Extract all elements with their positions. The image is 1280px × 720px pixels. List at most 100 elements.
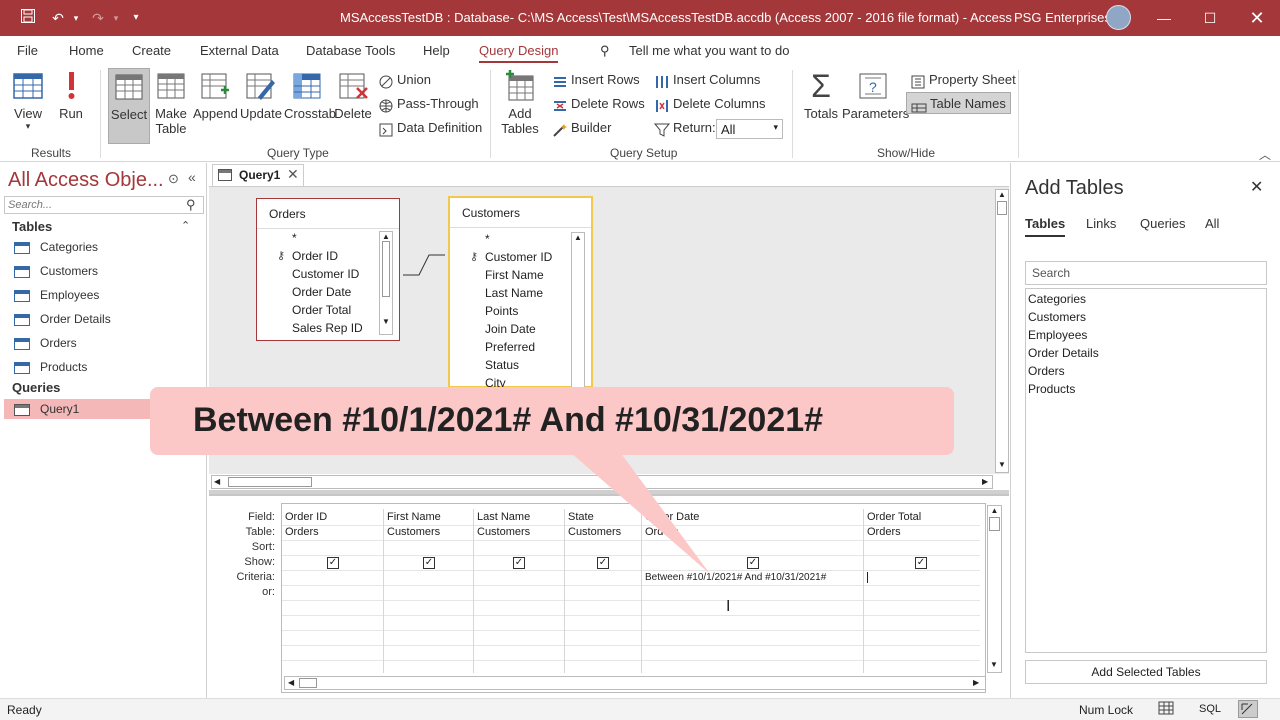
add-tables-list[interactable]: Categories Customers Employees Order Det… xyxy=(1025,288,1267,653)
save-icon[interactable] xyxy=(18,8,38,28)
nav-item-query[interactable]: Query1 xyxy=(4,399,154,419)
design-vertical-scrollbar[interactable]: ▲ ▼ xyxy=(995,189,1009,473)
tab-home[interactable]: Home xyxy=(69,43,104,58)
append-button[interactable]: Append xyxy=(193,70,238,121)
scroll-down-icon[interactable]: ▼ xyxy=(998,460,1006,469)
scroll-thumb[interactable] xyxy=(382,241,390,297)
customers-table-box[interactable]: Customers * ⚷ Customer ID First Name Las… xyxy=(448,196,593,392)
delete-rows-button[interactable]: Delete Rows xyxy=(552,93,645,115)
close-icon[interactable]: ✕ xyxy=(1250,177,1263,197)
show-checkbox[interactable]: ✓ xyxy=(327,557,339,569)
field-item[interactable]: Status xyxy=(485,358,519,372)
design-view-icon[interactable] xyxy=(1238,700,1258,718)
field-item[interactable]: Order Date xyxy=(292,285,351,299)
show-checkbox[interactable]: ✓ xyxy=(747,557,759,569)
scroll-right-icon[interactable]: ▶ xyxy=(973,678,979,687)
orders-scrollbar[interactable]: ▲ ▼ xyxy=(379,231,393,335)
collapse-ribbon-icon[interactable]: ︿ xyxy=(1259,146,1271,163)
grid-field-cell[interactable]: Order ID xyxy=(285,511,380,523)
search-icon[interactable]: ⚲ xyxy=(186,197,196,213)
show-checkbox[interactable]: ✓ xyxy=(423,557,435,569)
data-definition-button[interactable]: Data Definition xyxy=(378,117,482,139)
add-tables-tab-queries[interactable]: Queries xyxy=(1140,216,1186,231)
totals-button[interactable]: Σ Totals xyxy=(802,70,840,121)
customers-table-title[interactable]: Customers xyxy=(450,198,591,228)
field-item[interactable]: Order Total xyxy=(292,303,351,317)
datasheet-view-icon[interactable] xyxy=(1158,701,1174,715)
nav-item-table[interactable]: Products xyxy=(14,357,87,377)
minimize-icon[interactable]: — xyxy=(1141,0,1187,36)
customize-toolbar-icon[interactable]: ▾ xyxy=(126,8,146,28)
orders-table-box[interactable]: Orders * ⚷ Order ID Customer ID Order Da… xyxy=(256,198,400,341)
tab-query1[interactable]: Query1 ✕ xyxy=(212,164,304,186)
add-tables-tab-links[interactable]: Links xyxy=(1086,216,1116,231)
grid-column-divider[interactable] xyxy=(383,509,384,673)
maximize-icon[interactable]: ☐ xyxy=(1187,0,1233,36)
list-item[interactable]: Employees xyxy=(1028,328,1087,342)
scroll-thumb[interactable] xyxy=(228,477,312,487)
parameters-button[interactable]: ? Parameters xyxy=(842,70,909,121)
scroll-thumb[interactable] xyxy=(299,678,317,688)
close-tab-icon[interactable]: ✕ xyxy=(287,166,299,183)
grid-table-cell[interactable]: Orders xyxy=(285,526,380,538)
field-item[interactable]: * xyxy=(292,231,297,245)
close-icon[interactable]: ✕ xyxy=(1234,0,1280,36)
user-avatar[interactable] xyxy=(1106,5,1131,30)
tab-help[interactable]: Help xyxy=(423,43,450,58)
field-item[interactable]: Last Name xyxy=(485,286,543,300)
scroll-up-icon[interactable]: ▲ xyxy=(572,233,584,242)
grid-table-cell[interactable]: Orders xyxy=(867,526,979,538)
redo-dropdown-icon[interactable]: ▾ xyxy=(106,8,126,28)
table-names-button[interactable]: Table Names xyxy=(906,92,1011,114)
tab-create[interactable]: Create xyxy=(132,43,171,58)
crosstab-button[interactable]: Crosstab xyxy=(284,70,336,121)
tab-query-design[interactable]: Query Design xyxy=(479,43,559,63)
field-item[interactable]: Join Date xyxy=(485,322,536,336)
nav-menu-chevron-icon[interactable]: ⊙ xyxy=(168,171,179,187)
nav-queries-header[interactable]: Queries xyxy=(12,380,60,395)
return-dropdown[interactable]: All ▾ xyxy=(716,119,783,139)
select-query-button[interactable]: Select xyxy=(108,68,150,144)
field-item[interactable]: Preferred xyxy=(485,340,535,354)
list-item[interactable]: Customers xyxy=(1028,310,1086,324)
field-item[interactable]: Customer ID xyxy=(292,267,359,281)
grid-horizontal-scrollbar[interactable]: ◀ ▶ xyxy=(284,676,986,690)
builder-button[interactable]: Builder xyxy=(552,117,611,139)
customers-scrollbar[interactable]: ▲ xyxy=(571,232,585,392)
nav-item-table[interactable]: Customers xyxy=(14,261,98,281)
list-item[interactable]: Orders xyxy=(1028,364,1065,378)
field-item[interactable]: * xyxy=(485,232,490,246)
field-item[interactable]: First Name xyxy=(485,268,544,282)
update-button[interactable]: Update xyxy=(240,70,282,121)
list-item[interactable]: Categories xyxy=(1028,292,1086,306)
list-item[interactable]: Products xyxy=(1028,382,1075,396)
tell-me-box[interactable]: Tell me what you want to do xyxy=(629,43,789,58)
nav-tables-header[interactable]: Tables xyxy=(12,219,52,234)
insert-columns-button[interactable]: Insert Columns xyxy=(654,69,760,91)
add-selected-tables-button[interactable]: Add Selected Tables xyxy=(1025,660,1267,684)
scroll-up-icon[interactable]: ▲ xyxy=(380,232,392,241)
add-tables-tab-tables[interactable]: Tables xyxy=(1025,216,1066,237)
field-item[interactable]: Sales Rep ID xyxy=(292,321,363,335)
pass-through-button[interactable]: Pass-Through xyxy=(378,93,479,115)
nav-item-table[interactable]: Orders xyxy=(14,333,77,353)
collapse-icon[interactable]: ⌃ xyxy=(181,219,190,232)
undo-dropdown-icon[interactable]: ▾ xyxy=(66,8,86,28)
scroll-left-icon[interactable]: ◀ xyxy=(288,678,294,687)
grid-field-cell[interactable]: First Name xyxy=(387,511,471,523)
scroll-thumb[interactable] xyxy=(989,517,1000,531)
grid-field-cell[interactable]: Last Name xyxy=(477,511,561,523)
grid-table-cell[interactable]: Customers xyxy=(387,526,471,538)
relationship-join-line[interactable] xyxy=(401,247,449,279)
add-tables-search-input[interactable]: Search xyxy=(1025,261,1267,285)
orders-table-title[interactable]: Orders xyxy=(257,199,399,229)
nav-item-table[interactable]: Categories xyxy=(14,237,98,257)
tab-database-tools[interactable]: Database Tools xyxy=(306,43,395,58)
sql-view-button[interactable]: SQL xyxy=(1199,703,1221,715)
show-checkbox[interactable]: ✓ xyxy=(915,557,927,569)
grid-table-cell[interactable]: Customers xyxy=(477,526,561,538)
property-sheet-button[interactable]: Property Sheet xyxy=(910,69,1016,91)
scroll-thumb[interactable] xyxy=(997,201,1007,215)
grid-field-cell[interactable]: Order Total xyxy=(867,511,979,523)
delete-query-button[interactable]: Delete xyxy=(334,70,372,121)
